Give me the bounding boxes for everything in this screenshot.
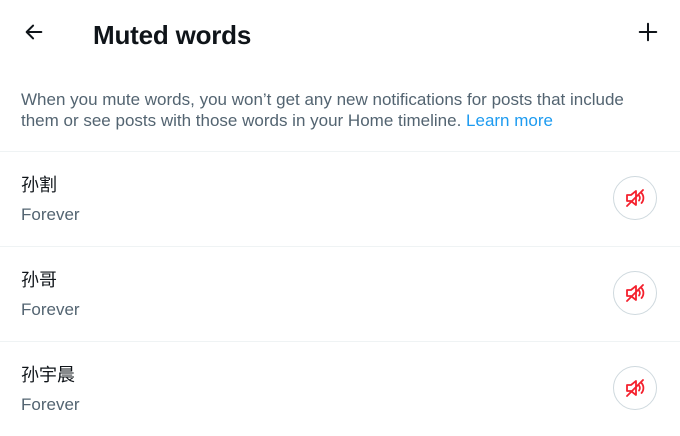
description: When you mute words, you won’t get any n… — [21, 89, 666, 131]
add-muted-word-button[interactable] — [628, 14, 668, 54]
muted-word: 孙割 — [21, 175, 57, 196]
muted-words-list: 孙割 Forever 孙哥 Forever 孙宇晨 Forever — [0, 151, 680, 436]
header: Muted words — [0, 0, 680, 70]
mute-duration: Forever — [21, 395, 80, 414]
unmute-button[interactable] — [613, 271, 657, 315]
page-title: Muted words — [93, 20, 252, 50]
mute-duration: Forever — [21, 300, 80, 319]
plus-icon — [637, 21, 659, 48]
speaker-muted-icon — [623, 376, 647, 400]
speaker-muted-icon — [623, 281, 647, 305]
back-button[interactable] — [14, 14, 54, 54]
learn-more-link[interactable]: Learn more — [466, 111, 553, 130]
unmute-button[interactable] — [613, 366, 657, 410]
arrow-left-icon — [23, 21, 45, 48]
list-item: 孙哥 Forever — [0, 246, 680, 341]
list-item: 孙宇晨 Forever — [0, 341, 680, 436]
muted-word: 孙哥 — [21, 270, 57, 291]
mute-duration: Forever — [21, 205, 80, 224]
unmute-button[interactable] — [613, 176, 657, 220]
list-item: 孙割 Forever — [0, 151, 680, 246]
muted-word: 孙宇晨 — [21, 365, 75, 386]
speaker-muted-icon — [623, 186, 647, 210]
